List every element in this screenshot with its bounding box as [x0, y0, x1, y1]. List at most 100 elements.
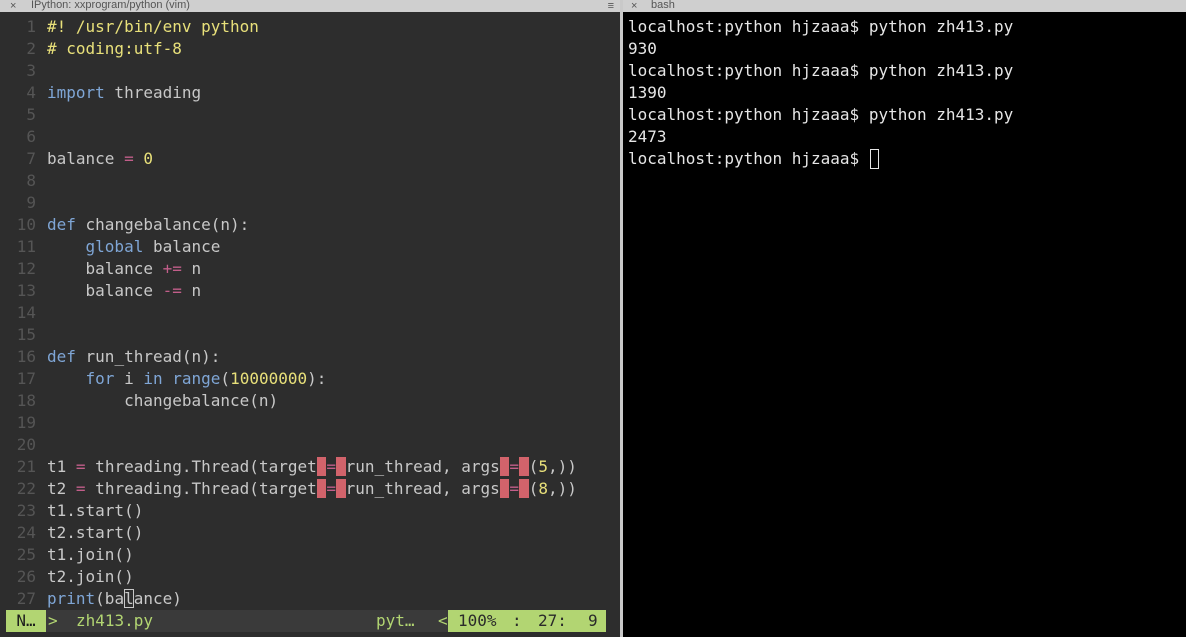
vim-statusline: N… > zh413.py pyt… < 100% : 27: 9 [6, 610, 606, 632]
code-line[interactable]: 19 [6, 412, 620, 434]
code-token: run_thread(n): [75, 347, 221, 366]
code-token: global [85, 237, 144, 256]
line-number: 4 [26, 83, 36, 102]
line-number: 17 [16, 369, 36, 388]
code-token: import [47, 83, 105, 102]
code-token: = [326, 457, 337, 476]
line-number: 11 [16, 237, 36, 256]
line-number: 6 [26, 127, 36, 146]
statusline-filetype: pyt… [376, 611, 415, 630]
vim-pane[interactable]: × IPython: xxprogram/python (vim) ≡ 1 #! … [0, 0, 620, 637]
statusline-colon: : [512, 611, 522, 630]
vim-tab-bar: × IPython: xxprogram/python (vim) ≡ [0, 0, 620, 12]
code-token: t2 [47, 479, 76, 498]
code-line[interactable]: 3 [6, 60, 620, 82]
close-icon[interactable]: × [10, 0, 16, 12]
code-token: print [47, 589, 96, 608]
statusline-position: 100% : 27: 9 [448, 610, 606, 632]
code-line[interactable]: 11 global balance [6, 236, 620, 258]
code-token: 8 [538, 479, 548, 498]
code-line[interactable]: 4 import threading [6, 82, 620, 104]
line-number: 3 [26, 61, 36, 80]
line-number: 2 [26, 39, 36, 58]
code-line[interactable]: 7 balance = 0 [6, 148, 620, 170]
code-line[interactable]: 14 [6, 302, 620, 324]
code-line[interactable]: 16 def run_thread(n): [6, 346, 620, 368]
terminal-line: 1390 [628, 83, 667, 102]
line-number: 12 [16, 259, 36, 278]
terminal-prompt-line[interactable]: localhost:python hjzaaa$ [628, 148, 1183, 170]
code-token: t1 [47, 457, 76, 476]
close-icon[interactable]: × [631, 0, 637, 12]
bash-pane[interactable]: × bash localhost:python hjzaaa$ python z… [623, 0, 1186, 637]
statusline-row: 27: [538, 611, 567, 630]
code-line[interactable]: 2 # coding:utf-8 [6, 38, 620, 60]
code-line[interactable]: 23 t1.start() [6, 500, 620, 522]
code-line[interactable]: 21 t1 = threading.Thread(target = run_thr… [6, 456, 620, 478]
code-token: balance [47, 149, 125, 168]
terminal-line: localhost:python hjzaaa$ python zh413.py [628, 105, 1014, 124]
code-text: t1.start() [47, 501, 143, 520]
code-line[interactable]: 6 [6, 126, 620, 148]
bash-tab-title[interactable]: bash [651, 0, 675, 11]
terminal-line: localhost:python hjzaaa$ python zh413.py [628, 17, 1014, 36]
code-line[interactable]: 12 balance += n [6, 258, 620, 280]
menu-icon[interactable]: ≡ [608, 0, 614, 12]
code-token: += [162, 259, 182, 278]
code-token: threading.Thread(target [85, 479, 317, 498]
code-text: def changebalance(n): [47, 215, 249, 234]
code-token: t2.start() [47, 523, 144, 542]
code-line[interactable]: 5 [6, 104, 620, 126]
code-text: #! /usr/bin/env python [47, 17, 259, 36]
line-number: 9 [26, 193, 36, 212]
line-number: 16 [16, 347, 36, 366]
vim-tab-title[interactable]: IPython: xxprogram/python (vim) [31, 0, 190, 11]
line-number: 26 [16, 567, 36, 586]
code-line[interactable]: 25 t1.join() [6, 544, 620, 566]
code-line[interactable]: 22 t2 = threading.Thread(target = run_thr… [6, 478, 620, 500]
code-token: balance [143, 237, 221, 256]
code-line[interactable]: 15 [6, 324, 620, 346]
line-number: 15 [16, 325, 36, 344]
code-line[interactable]: 10 def changebalance(n): [6, 214, 620, 236]
text-cursor: l [124, 589, 134, 608]
whitespace-error-highlight [499, 457, 510, 476]
line-number: 20 [16, 435, 36, 454]
code-line[interactable]: 13 balance -= n [6, 280, 620, 302]
code-token: for [85, 369, 115, 388]
code-line[interactable]: 17 for i in range(10000000): [6, 368, 620, 390]
code-text: global balance [47, 237, 221, 256]
code-line[interactable]: 8 [6, 170, 620, 192]
code-line[interactable]: 18 changebalance(n) [6, 390, 620, 412]
code-text: balance += n [47, 259, 202, 278]
code-line[interactable]: 24 t2.start() [6, 522, 620, 544]
code-token: def [47, 347, 76, 366]
code-token: = [124, 149, 134, 168]
whitespace-error-highlight [336, 457, 346, 476]
code-token: = [509, 457, 520, 476]
whitespace-error-highlight [499, 479, 510, 498]
code-token: ance) [133, 589, 182, 608]
code-line[interactable]: 26 t2.join() [6, 566, 620, 588]
mode-indicator: N… [6, 610, 46, 632]
code-text: t1.join() [47, 545, 134, 564]
code-editor[interactable]: 1 #! /usr/bin/env python 2 # coding:utf-8 3 4… [6, 16, 620, 610]
code-text: balance = 0 [47, 149, 153, 168]
line-number: 25 [16, 545, 36, 564]
code-token: changebalance(n) [47, 391, 279, 410]
code-token: ( [528, 457, 539, 476]
code-line[interactable]: 20 [6, 434, 620, 456]
terminal-output[interactable]: localhost:python hjzaaa$ python zh413.py… [628, 16, 1183, 170]
code-line[interactable]: 27 print(balance) [6, 588, 620, 610]
code-token: changebalance(n): [75, 215, 250, 234]
code-text: def run_thread(n): [47, 347, 220, 366]
statusline-separator-right: < [438, 611, 448, 630]
code-token: = [326, 479, 337, 498]
terminal-line: localhost:python hjzaaa$ python zh413.py [628, 61, 1014, 80]
code-line[interactable]: 1 #! /usr/bin/env python [6, 16, 620, 38]
line-number: 24 [16, 523, 36, 542]
code-text: balance -= n [47, 281, 202, 300]
code-line[interactable]: 9 [6, 192, 620, 214]
